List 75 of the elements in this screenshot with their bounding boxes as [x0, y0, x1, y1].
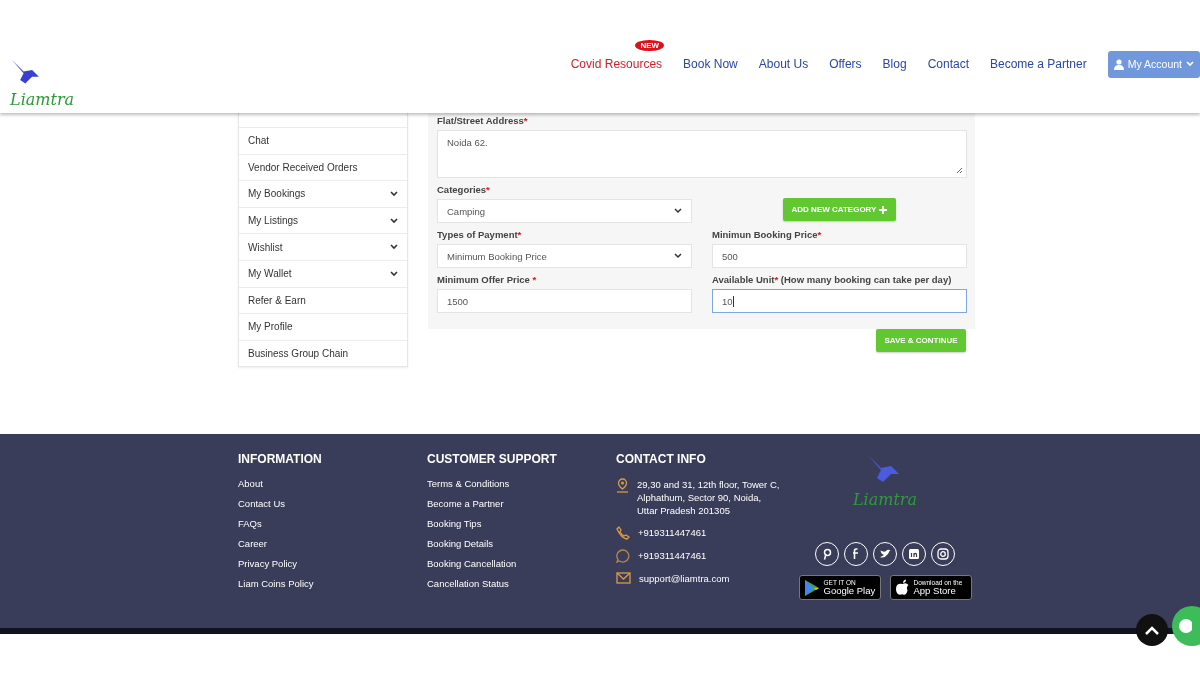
- store-name: App Store: [913, 586, 957, 596]
- footer-link[interactable]: Booking Tips: [427, 518, 616, 529]
- chat-button[interactable]: [1172, 606, 1200, 646]
- input-field[interactable]: 10: [712, 289, 967, 313]
- sidebar-item[interactable]: Business Group Chain: [239, 340, 407, 367]
- user-icon: [1113, 58, 1124, 70]
- contact-text: +919311447461: [638, 526, 708, 539]
- select-field[interactable]: Camping: [437, 199, 692, 223]
- nav-link[interactable]: About Us: [758, 57, 809, 71]
- location-pin-icon: [616, 478, 629, 493]
- footer-heading: CONTACT INFO: [616, 452, 707, 466]
- contact-text: support@liamtra.com: [639, 572, 731, 585]
- field-label: Flat/Street Address*: [437, 115, 529, 126]
- field-label: Types of Payment*: [437, 229, 523, 240]
- sidebar-item[interactable]: My Bookings: [239, 181, 407, 208]
- field-label: Minimun Booking Price*: [712, 229, 823, 240]
- sidebar-item[interactable]: My Wallet: [239, 260, 407, 288]
- contact-text: 29,30 and 31, 12th floor, Tower C, Alphathum, Sector 90, Noida, Uttar Pradesh 201305: [637, 478, 781, 517]
- logo[interactable]: Liamtra: [10, 58, 76, 108]
- twitter-bird-icon: [879, 548, 891, 560]
- nav-link[interactable]: Blog: [882, 57, 907, 71]
- linkedin-icon: [908, 548, 920, 560]
- caret-icon: [1186, 61, 1194, 67]
- footer-heading: CUSTOMER SUPPORT: [427, 452, 558, 466]
- footer-heading: INFORMATION: [238, 452, 323, 466]
- new-badge: NEW: [635, 40, 665, 51]
- field-label: Categories*: [437, 184, 491, 195]
- sidebar-item[interactable]: My Profile: [239, 314, 407, 341]
- nav-link[interactable]: Offers: [829, 57, 862, 71]
- instagram-icon: [937, 548, 949, 560]
- address-field[interactable]: Noida 62.: [437, 130, 967, 178]
- footer-link[interactable]: Booking Details: [427, 538, 616, 549]
- contact-text: +919311447461: [638, 549, 708, 562]
- footer-link[interactable]: Privacy Policy: [238, 558, 427, 569]
- chevron-up-icon: [1145, 625, 1159, 635]
- scroll-top-button[interactable]: [1136, 614, 1168, 646]
- pinterest-icon: [821, 548, 833, 560]
- chevron-icon: [674, 253, 682, 259]
- footer-link[interactable]: Career: [238, 538, 427, 549]
- apple-icon: [894, 578, 910, 597]
- chevron-icon: [390, 191, 398, 197]
- chevron-icon: [674, 208, 682, 214]
- nav-link[interactable]: Contact: [927, 57, 969, 71]
- footer-link[interactable]: Terms & Conditions: [427, 478, 616, 489]
- footer-link[interactable]: About: [238, 478, 427, 489]
- store-name: Google Play: [823, 586, 876, 596]
- select-field[interactable]: Minimum Booking Price: [437, 244, 692, 268]
- nav-link[interactable]: Become a Partner: [990, 57, 1087, 71]
- input-field[interactable]: 500: [712, 244, 967, 268]
- sidebar-item[interactable]: Wishlist: [239, 234, 407, 261]
- logo-text: Liamtra: [10, 92, 75, 108]
- footer-link[interactable]: Cancellation Status: [427, 578, 616, 589]
- phone-icon: [616, 526, 630, 540]
- input-field[interactable]: 1500: [437, 289, 692, 313]
- plus-icon: [879, 205, 888, 214]
- chevron-icon: [390, 217, 398, 224]
- sidebar-item[interactable]: Refer & Earn: [239, 287, 407, 315]
- footer-link[interactable]: Liam Coins Policy: [238, 578, 427, 589]
- footer-link[interactable]: Booking Cancellation: [427, 558, 616, 569]
- play-triangle-icon: [803, 578, 820, 597]
- sidebar-item[interactable]: Chat: [239, 128, 407, 155]
- field-label: Available Unit* (How many booking can take per day): [712, 274, 953, 285]
- chevron-icon: [390, 244, 398, 251]
- sidebar-item[interactable]: Vendor Received Orders: [239, 154, 407, 182]
- sidebar-item[interactable]: My Listings: [239, 207, 407, 235]
- nav-link[interactable]: Covid Resources: [570, 57, 663, 71]
- logo-text: Liamtra: [852, 492, 918, 508]
- footer-link[interactable]: FAQs: [238, 518, 427, 529]
- field-label: Minimum Offer Price *: [437, 274, 538, 285]
- footer-link[interactable]: Contact Us: [238, 498, 427, 509]
- resize-grip-icon[interactable]: [956, 167, 963, 174]
- nav-link[interactable]: Book Now: [683, 57, 738, 71]
- envelope-icon: [616, 572, 631, 584]
- chevron-icon: [390, 270, 398, 277]
- footer-link[interactable]: Become a Partner: [427, 498, 616, 509]
